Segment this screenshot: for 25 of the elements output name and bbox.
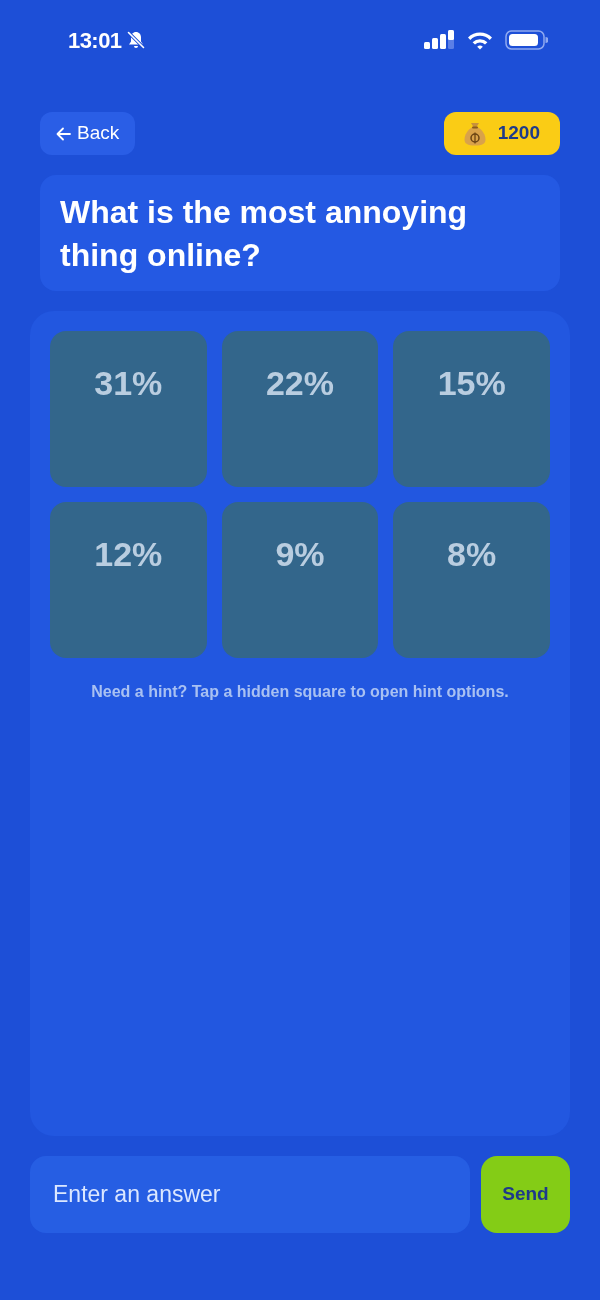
percent-label: 22% [265, 363, 334, 403]
hidden-square[interactable]: 9% [221, 502, 379, 658]
hidden-square[interactable]: 12% [50, 502, 207, 658]
hidden-square[interactable]: 8% [393, 502, 550, 658]
status-time: 13:01 [68, 26, 122, 55]
percent-label: 12% [94, 534, 163, 574]
send-button[interactable]: Send [481, 1156, 570, 1233]
wifi-icon [467, 30, 493, 50]
percent-label: 8% [447, 534, 497, 574]
arrow-left-icon [56, 126, 71, 141]
coin-amount: 1200 [497, 121, 540, 146]
answer-input[interactable]: Enter an answer [30, 1156, 470, 1233]
battery-icon [505, 30, 548, 50]
hidden-square[interactable]: 22% [221, 331, 379, 487]
percent-label: 15% [437, 363, 506, 403]
percent-label: 31% [94, 363, 163, 403]
money-bag-icon [463, 121, 486, 146]
back-button[interactable]: Back [40, 112, 136, 155]
muted-bell-icon [125, 30, 146, 50]
hidden-square[interactable]: 31% [50, 331, 207, 487]
question-text: What is the most annoying thing online? [60, 193, 469, 275]
hidden-square[interactable]: 15% [393, 331, 550, 487]
signal-icon [424, 29, 455, 51]
hint-text: Need a hint? Tap a hidden square to open hint options. [90, 682, 510, 702]
percent-label: 9% [275, 534, 325, 574]
